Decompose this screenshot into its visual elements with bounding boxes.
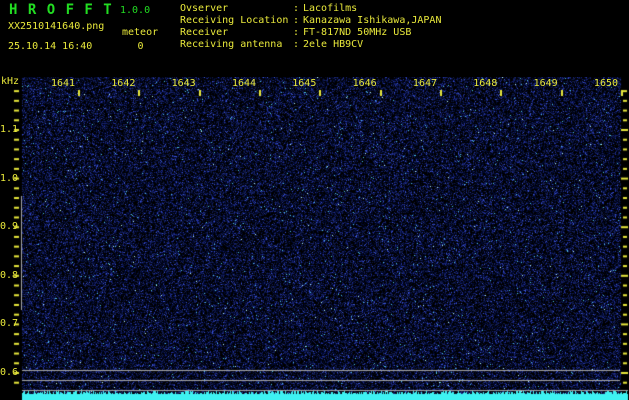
frequency-tick-label: 0.9 — [0, 221, 13, 233]
info-colon: : — [293, 15, 303, 27]
time-tick-label: 1642 — [107, 78, 139, 90]
time-tick-label: 1649 — [530, 78, 562, 90]
frequency-tick-label: 0.7 — [0, 318, 13, 330]
station-info-row: Receiving Location:Kanazawa Ishikawa,JAP… — [180, 15, 441, 27]
time-tick-label: 1650 — [590, 78, 622, 90]
time-tick-label: 1641 — [47, 78, 79, 90]
observation-datetime: 25.10.14 16:40 — [8, 41, 92, 53]
meteor-count-value: 0 — [122, 41, 159, 53]
time-tick-label: 1648 — [469, 78, 501, 90]
spectrogram-canvas — [0, 77, 629, 400]
frequency-axis-unit: kHz — [1, 76, 19, 88]
output-filename: XX2510141640.png — [8, 21, 104, 33]
info-label: Receiving antenna — [180, 39, 293, 51]
station-info-block: Ovserver:LacofilmsReceiving Location:Kan… — [180, 3, 441, 51]
info-label: Receiver — [180, 27, 293, 39]
app-title: H R O F F T — [9, 2, 113, 18]
hrofft-window: H R O F F T 1.0.0 XX2510141640.png meteo… — [0, 0, 629, 400]
meteor-count-label: meteor — [122, 27, 158, 39]
info-value: Kanazawa Ishikawa,JAPAN — [303, 15, 441, 26]
time-tick-label: 1646 — [349, 78, 381, 90]
frequency-tick-label: 1.1 — [0, 124, 13, 136]
station-info-row: Ovserver:Lacofilms — [180, 3, 441, 15]
info-colon: : — [293, 39, 303, 51]
time-tick-label: 1643 — [168, 78, 200, 90]
frequency-tick-label: 0.6 — [0, 367, 13, 379]
time-tick-label: 1644 — [228, 78, 260, 90]
info-colon: : — [293, 27, 303, 39]
time-tick-label: 1645 — [288, 78, 320, 90]
frequency-tick-label: 1.0 — [0, 173, 13, 185]
frequency-tick-label: 0.8 — [0, 270, 13, 282]
info-value: FT-817ND 50MHz USB — [303, 27, 411, 38]
station-info-row: Receiver:FT-817ND 50MHz USB — [180, 27, 441, 39]
info-value: Lacofilms — [303, 3, 357, 14]
time-tick-label: 1647 — [409, 78, 441, 90]
info-colon: : — [293, 3, 303, 15]
info-value: 2ele HB9CV — [303, 39, 363, 50]
info-label: Ovserver — [180, 3, 293, 15]
app-version: 1.0.0 — [120, 5, 150, 16]
station-info-row: Receiving antenna:2ele HB9CV — [180, 39, 441, 51]
info-label: Receiving Location — [180, 15, 293, 27]
